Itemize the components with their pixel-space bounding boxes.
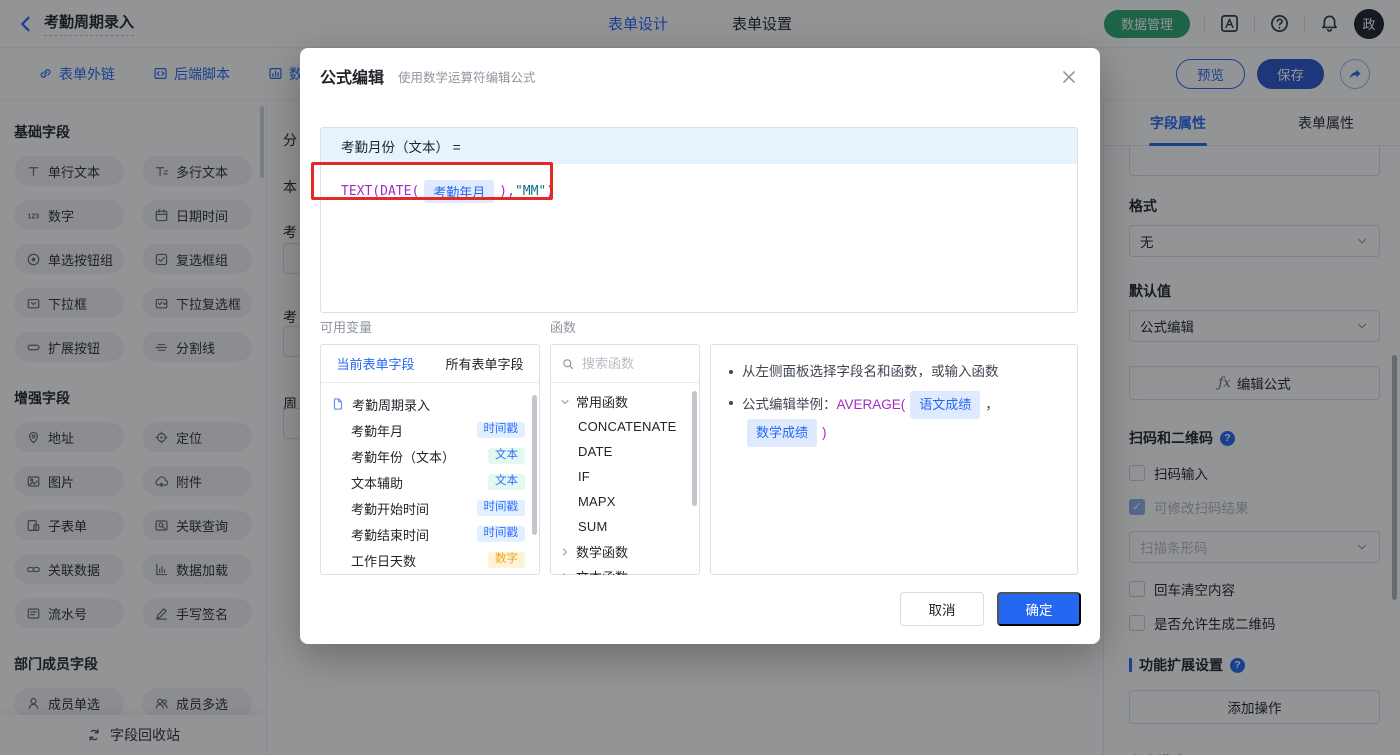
variable-row[interactable]: 考勤年份（文本） 文本: [321, 443, 539, 469]
variable-row[interactable]: 工作日天数 数字: [321, 547, 539, 573]
tips-panel: 从左侧面板选择字段名和函数，或输入函数 公式编辑举例： AVERAGE( 语文成…: [710, 344, 1078, 575]
example-variable-chip: 语文成绩: [910, 391, 981, 419]
formula-editor-box[interactable]: 考勤月份（文本） = TEXT(DATE( 考勤年月 ), "MM" ): [320, 127, 1078, 313]
chevron-right-icon: [559, 571, 571, 575]
function-group-math[interactable]: 数学函数: [551, 539, 699, 564]
variable-type-badge: 文本: [488, 473, 525, 491]
tip-text: 从左侧面板选择字段名和函数，或输入函数: [742, 364, 999, 379]
variable-name: 考勤开始时间: [351, 501, 430, 517]
variable-name: 考勤年份（文本）: [351, 449, 456, 465]
tip-line: 从左侧面板选择字段名和函数，或输入函数: [729, 360, 1059, 384]
functions-scrollbar[interactable]: [692, 391, 697, 506]
chevron-down-icon: [559, 396, 571, 408]
app-root: 考勤周期录入 表单设计 表单设置 数据管理 政 表单外链 后端脚本 数据权限 预…: [0, 0, 1400, 755]
function-search-input[interactable]: [582, 356, 674, 371]
variables-label: 可用变量: [320, 320, 373, 335]
tip-example: 公式编辑举例： AVERAGE( 语文成绩 ， 数学成绩 ): [742, 391, 1059, 447]
example-function-close: ): [822, 425, 827, 440]
formula-target-row: 考勤月份（文本） =: [321, 128, 1077, 164]
function-item[interactable]: SUM: [551, 514, 699, 539]
variables-panel: 当前表单字段 所有表单字段 考勤周期录入 考勤年月 时间戳 考勤年份（文本） 文本 …: [320, 344, 540, 575]
group-label: 文本函数: [576, 567, 628, 575]
modal-title: 公式编辑: [320, 70, 385, 87]
variable-name: 考勤年月: [351, 423, 404, 439]
form-file-icon: [331, 397, 345, 411]
group-label: 常用函数: [576, 395, 629, 410]
example-function: AVERAGE(: [836, 397, 906, 412]
formula-editor-modal: 公式编辑 使用数学运算符编辑公式 考勤月份（文本） = TEXT(DATE( 考…: [300, 48, 1100, 644]
function-item[interactable]: CONCATENATE: [551, 414, 699, 439]
variable-row[interactable]: 考勤年月 时间戳: [321, 417, 539, 443]
group-label: 数学函数: [576, 545, 629, 560]
variable-name: 文本辅助: [351, 475, 404, 491]
formula-variable-chip[interactable]: 考勤年月: [424, 180, 495, 203]
variables-tree-root[interactable]: 考勤周期录入: [321, 391, 539, 417]
variable-row[interactable]: 考勤结束时间 时间戳: [321, 521, 539, 547]
variables-scrollbar[interactable]: [532, 395, 537, 535]
formula-function-text: TEXT(DATE(: [341, 184, 420, 199]
tab-current-form-fields[interactable]: 当前表单字段: [321, 345, 430, 382]
example-label: 公式编辑举例：: [742, 397, 837, 412]
root-label: 考勤周期录入: [352, 397, 431, 413]
variables-tabs: 当前表单字段 所有表单字段: [321, 345, 539, 383]
function-search[interactable]: [551, 345, 699, 383]
modal-header: 公式编辑 使用数学运算符编辑公式: [300, 48, 1100, 104]
example-variable-chip: 数学成绩: [747, 419, 818, 447]
tip-example-line: 公式编辑举例： AVERAGE( 语文成绩 ， 数学成绩 ): [729, 391, 1059, 447]
variable-type-badge: 时间戳: [476, 499, 525, 517]
function-item[interactable]: MAPX: [551, 489, 699, 514]
variables-tree: 考勤周期录入 考勤年月 时间戳 考勤年份（文本） 文本 文本辅助 文本 考勤开始时间时…: [321, 383, 539, 575]
chevron-right-icon: [559, 546, 571, 558]
formula-expression[interactable]: TEXT(DATE( 考勤年月 ), "MM" ): [321, 164, 1077, 219]
bullet-dot: [729, 401, 733, 405]
variable-type-badge: 文本: [488, 447, 525, 465]
variable-name: 工作日天数: [351, 553, 417, 569]
functions-label: 函数: [550, 320, 577, 335]
tab-all-form-fields[interactable]: 所有表单字段: [430, 345, 539, 382]
functions-panel: 常用函数 CONCATENATE DATE IF MAPX SUM 数学函数 文…: [550, 344, 700, 575]
variable-type-badge: 时间戳: [476, 525, 525, 543]
modal-subtitle: 使用数学运算符编辑公式: [398, 70, 536, 85]
bullet-dot: [729, 370, 733, 374]
function-item[interactable]: IF: [551, 464, 699, 489]
variable-type-badge: 时间戳: [476, 421, 525, 439]
close-icon[interactable]: [1060, 68, 1078, 86]
search-icon: [561, 357, 575, 371]
variable-type-badge: 数字: [488, 551, 525, 569]
confirm-button[interactable]: 确定: [997, 592, 1081, 626]
cancel-button[interactable]: 取消: [900, 592, 984, 626]
variable-name: 考勤结束时间: [351, 527, 430, 543]
function-item[interactable]: DATE: [551, 439, 699, 464]
function-group-common[interactable]: 常用函数: [551, 389, 699, 414]
variable-row[interactable]: 文本辅助 文本: [321, 469, 539, 495]
function-group-text[interactable]: 文本函数: [551, 564, 699, 575]
variable-row[interactable]: 考勤开始时间 时间戳: [321, 495, 539, 521]
formula-function-text: ),: [499, 184, 515, 199]
example-separator: ，: [985, 397, 999, 412]
formula-function-text: ): [546, 184, 555, 199]
formula-string-literal: "MM": [514, 184, 547, 199]
functions-tree: 常用函数 CONCATENATE DATE IF MAPX SUM 数学函数 文…: [551, 383, 699, 575]
